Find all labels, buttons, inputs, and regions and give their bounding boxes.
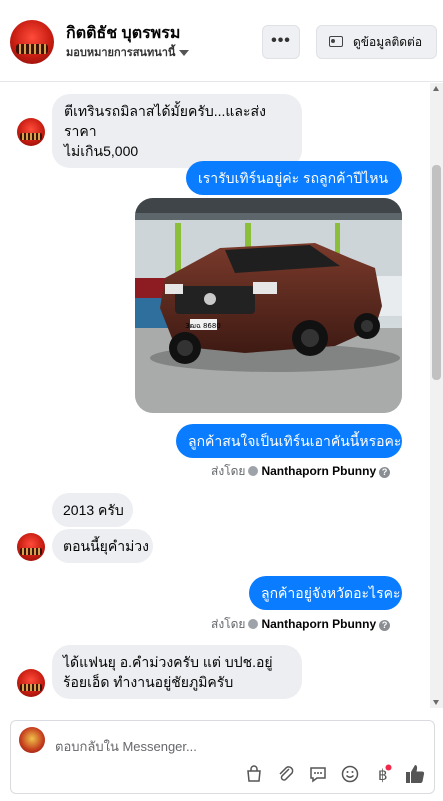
outgoing-message[interactable]: เรารับเทิร์นอยู่ค่ะ รถลูกค้าปีไหนคะ [186, 161, 402, 206]
contact-card-icon [329, 36, 343, 47]
incoming-message[interactable]: ได้แฟนยุ อ.คำม่วงครับ แต่ บปช.อยู่ ร้อยเ… [52, 645, 302, 699]
notification-dot-icon [385, 764, 392, 771]
incoming-message[interactable]: 2013 ครับ [52, 493, 133, 527]
car-photo-attachment[interactable]: 3ฒฉ 8680 [135, 198, 402, 413]
info-icon[interactable]: ? [379, 467, 391, 478]
more-options-button[interactable]: ••• [262, 25, 300, 59]
sent-by-prefix: ส่งโดย [211, 617, 246, 631]
message-text-line: ได้แฟนยุ อ.คำม่วงครับ แต่ บปช.อยู่ [63, 654, 273, 670]
incoming-message[interactable]: ตอนนี้ยุคำม่วง [52, 529, 153, 563]
quick-reply-icon[interactable] [308, 764, 328, 784]
page-avatar [19, 727, 45, 753]
sender-avatar [17, 533, 45, 561]
assign-label: มอบหมายการสนทนานี้ [66, 47, 176, 59]
message-text: ลูกค้าสนใจเป็นเทิร์นเอาคันนี้หรอคะ [188, 433, 402, 449]
reply-input[interactable]: ตอบกลับใน Messenger... [55, 736, 197, 757]
thread-scrollbar[interactable] [430, 83, 443, 708]
sender-avatar [17, 118, 45, 146]
message-text: ตอนนี้ยุคำม่วง [63, 538, 149, 554]
sender-avatar [17, 669, 45, 697]
scroll-up-arrow-icon[interactable] [433, 86, 439, 91]
scrollbar-thumb[interactable] [432, 165, 441, 380]
car-photo: 3ฒฉ 8680 [135, 198, 402, 413]
incoming-message[interactable]: ตีเทรินรถมิลาสได้มั้ยครับ...และส่งราคา ไ… [52, 94, 302, 168]
message-text-line: ร้อยเอ็ด ทำงานอยู่ชัยภูมิครับ [63, 674, 234, 690]
view-contact-button[interactable]: ดูข้อมูลติดต่อ [316, 25, 437, 59]
license-plate: 3ฒฉ 8680 [185, 322, 221, 330]
sender-name[interactable]: Nanthaporn Pbunny [261, 617, 376, 631]
baht-payment-icon[interactable]: ฿ [372, 764, 392, 784]
message-thread[interactable]: ตีเทรินรถมิลาสได้มั้ยครับ...และส่งราคา ไ… [0, 83, 430, 708]
sender-name[interactable]: Nanthaporn Pbunny [261, 464, 376, 478]
like-icon[interactable] [404, 763, 426, 785]
message-text: ลูกค้าอยู่จังหวัดอะไรคะ [261, 585, 401, 601]
scroll-down-arrow-icon[interactable] [433, 700, 439, 705]
message-text-line: ไม่เกิน5,000 [64, 143, 139, 159]
verified-icon [248, 466, 259, 476]
bag-icon[interactable] [244, 764, 264, 784]
outgoing-message[interactable]: ลูกค้าสนใจเป็นเทิร์นเอาคันนี้หรอคะ [176, 424, 402, 458]
info-icon[interactable]: ? [379, 620, 391, 631]
sent-by-label: ส่งโดย Nanthaporn Pbunny? [211, 462, 391, 481]
message-text-line: ตีเทรินรถมิลาสได้มั้ยครับ...และส่งราคา [64, 103, 266, 139]
assign-conversation-dropdown[interactable]: มอบหมายการสนทนานี้ [66, 43, 190, 61]
reply-composer: ตอบกลับใน Messenger... ฿ [10, 720, 435, 794]
caret-down-icon [179, 50, 190, 57]
view-contact-label: ดูข้อมูลติดต่อ [353, 35, 423, 49]
sent-by-prefix: ส่งโดย [211, 464, 246, 478]
customer-avatar[interactable] [10, 20, 54, 64]
emoji-icon[interactable] [340, 764, 360, 784]
outgoing-message[interactable]: ลูกค้าอยู่จังหวัดอะไรคะ [249, 576, 402, 610]
conversation-header: กิตติธัช บุตรพรม มอบหมายการสนทนานี้ ••• … [0, 0, 443, 82]
paperclip-icon[interactable] [276, 764, 296, 784]
sent-by-label: ส่งโดย Nanthaporn Pbunny? [211, 615, 391, 634]
verified-icon [248, 619, 259, 629]
message-text: 2013 ครับ [63, 502, 124, 518]
